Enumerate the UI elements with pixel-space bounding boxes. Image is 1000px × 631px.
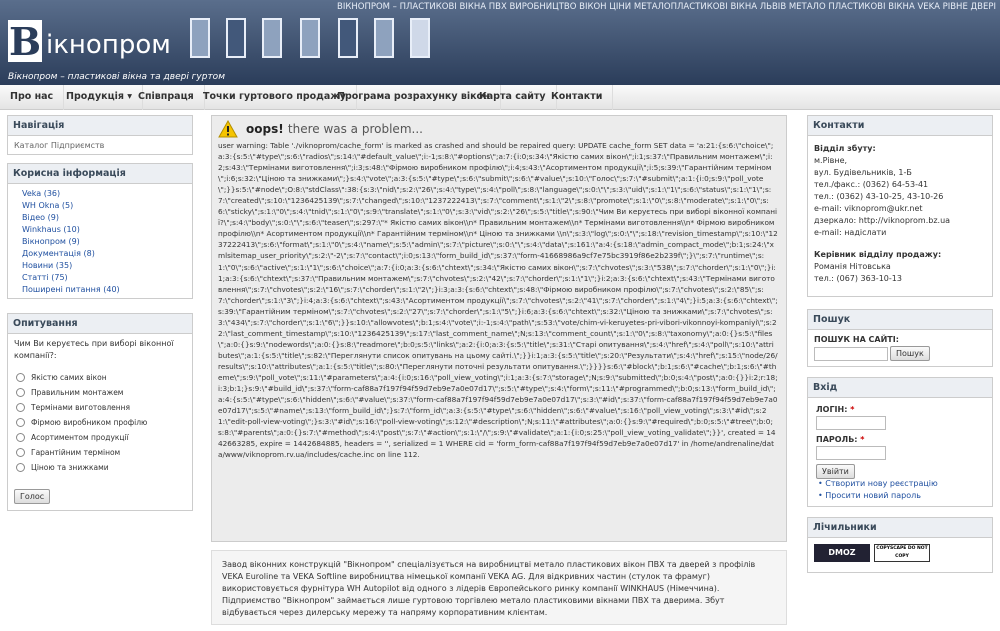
nav-about[interactable]: Про нас [0, 85, 65, 110]
radio-circle[interactable] [16, 448, 25, 457]
sales-head-label: Керівник відділу продажу: [814, 250, 942, 259]
sales-head-name: Романія Нітовська [814, 262, 891, 271]
login-button[interactable]: Увійти [816, 464, 855, 479]
error-message: user warning: Table './viknoprom/cache_f… [218, 141, 778, 460]
radio-circle[interactable] [16, 433, 25, 442]
sales-head-phone: тел.: (067) 363-10-13 [814, 274, 902, 283]
radio-circle[interactable] [16, 373, 25, 382]
radio-circle[interactable] [16, 388, 25, 397]
logo-text: ікнопром [46, 30, 171, 60]
contact-email[interactable]: e-mail: viknoprom@ukr.net [814, 203, 923, 214]
contact-mirror[interactable]: дзеркало: http://viknoprom.bz.ua [814, 215, 950, 226]
window-photo-1 [190, 18, 210, 58]
window-photo-7 [410, 18, 430, 58]
sales-dept-label: Відділ збуту: [814, 144, 876, 153]
useful-info-title: Корисна інформація [8, 164, 192, 184]
poll-option[interactable]: Термінами виготовлення [16, 400, 186, 415]
contacts-title: Контакти [808, 116, 992, 136]
poll-title: Опитування [8, 314, 192, 334]
poll-option[interactable]: Асортиментом продукції [16, 430, 186, 445]
contact-city: м.Рівне, [814, 156, 848, 165]
password-input[interactable] [816, 446, 886, 460]
contact-phone: тел.: (0362) 43-10-25, 43-10-26 [814, 192, 944, 201]
site-header: ВІКНОПРОМ – ПЛАСТИКОВІ ВІКНА ПВХ ВИРОБНИ… [0, 0, 1000, 85]
poll-option[interactable]: Правильним монтажем [16, 385, 186, 400]
poll-option[interactable]: Ціною та знижками [16, 460, 186, 475]
poll-option[interactable]: Фірмою виробником профілю [16, 415, 186, 430]
poll-block: Опитування Чим Ви керуєтесь при виборі в… [7, 313, 193, 511]
search-title: Пошук [808, 310, 992, 330]
radio-circle[interactable] [16, 403, 25, 412]
useful-link-docs[interactable]: Документація (8) [22, 248, 95, 259]
nav-catalog-link[interactable]: Каталог Підприємств [8, 136, 192, 155]
contact-fax: тел./факс.: (0362) 64-53-41 [814, 180, 929, 189]
logo-letter: В [8, 19, 42, 64]
search-block: Пошук ПОШУК НА САЙТІ: Пошук [807, 309, 993, 367]
counters-title: Лічильники [808, 518, 992, 538]
useful-link-articles[interactable]: Статті (75) [22, 272, 68, 283]
radio-circle[interactable] [16, 418, 25, 427]
header-seo-text: ВІКНОПРОМ – ПЛАСТИКОВІ ВІКНА ПВХ ВИРОБНИ… [336, 2, 996, 12]
company-intro: Завод віконних конструкцій "Вікнопром" с… [211, 550, 787, 625]
window-photo-3 [262, 18, 282, 58]
useful-link-video[interactable]: Відео (9) [22, 212, 59, 223]
useful-link-viknoprom[interactable]: Вікнопром (9) [22, 236, 80, 247]
useful-link-whokna[interactable]: WH Okna (5) [22, 200, 73, 211]
window-photo-5 [338, 18, 358, 58]
radio-circle[interactable] [16, 463, 25, 472]
contact-street: вул. Будівельників, 1-Б [814, 168, 912, 177]
login-label: ЛОГІН: * [816, 405, 855, 414]
navigation-block: Навігація Каталог Підприємств [7, 115, 193, 155]
site-logo[interactable]: В ікнопром [8, 16, 184, 72]
dmoz-badge[interactable]: DMOZ [814, 544, 870, 562]
poll-question: Чим Ви керуєтесь при виборі віконної ком… [14, 339, 174, 360]
login-input[interactable] [816, 416, 886, 430]
useful-link-faq[interactable]: Поширені питання (40) [22, 284, 120, 295]
useful-link-veka[interactable]: Veka (36) [22, 188, 60, 199]
useful-info-block: Корисна інформація Veka (36) WH Okna (5)… [7, 163, 193, 299]
main-menu: Про нас Продукція ▾ Співпраця Точки гурт… [0, 85, 1000, 110]
error-heading: oops! there was a problem... [246, 122, 423, 136]
login-block: Вхід ЛОГІН: * ПАРОЛЬ: * Увійти • Створит… [807, 377, 993, 507]
window-photo-2 [226, 18, 246, 58]
register-link[interactable]: • Створити нову реєстрацію [818, 478, 938, 489]
contacts-block: Контакти Відділ збуту: м.Рівне, вул. Буд… [807, 115, 993, 297]
new-password-link[interactable]: • Просити новий пароль [818, 490, 921, 501]
password-label: ПАРОЛЬ: * [816, 435, 865, 444]
error-heading-sub: there was a problem... [287, 122, 423, 136]
warning-icon [218, 120, 238, 138]
counters-block: Лічильники DMOZ COPYSCAPE DO NOT COPY [807, 517, 993, 573]
copyscape-badge[interactable]: COPYSCAPE DO NOT COPY [874, 544, 930, 562]
error-heading-main: oops! [246, 122, 284, 136]
search-label: ПОШУК НА САЙТІ: [814, 335, 899, 344]
useful-link-news[interactable]: Новини (35) [22, 260, 72, 271]
poll-option[interactable]: Якістю самих вікон [16, 370, 186, 385]
search-input[interactable] [814, 347, 888, 361]
vote-button[interactable]: Голос [14, 489, 51, 504]
window-photo-6 [374, 18, 394, 58]
nav-contacts[interactable]: Контакти [541, 85, 614, 110]
search-button[interactable]: Пошук [890, 346, 930, 361]
window-photo-4 [300, 18, 320, 58]
contact-email-send[interactable]: e-mail: надіслати [814, 227, 886, 238]
useful-link-winkhaus[interactable]: Winkhaus (10) [22, 224, 80, 235]
poll-option[interactable]: Гарантійним терміном [16, 445, 186, 460]
navigation-title: Навігація [8, 116, 192, 136]
login-title: Вхід [808, 378, 992, 398]
site-slogan: Вікнопром – пластикові вікна та двері гу… [8, 72, 225, 82]
